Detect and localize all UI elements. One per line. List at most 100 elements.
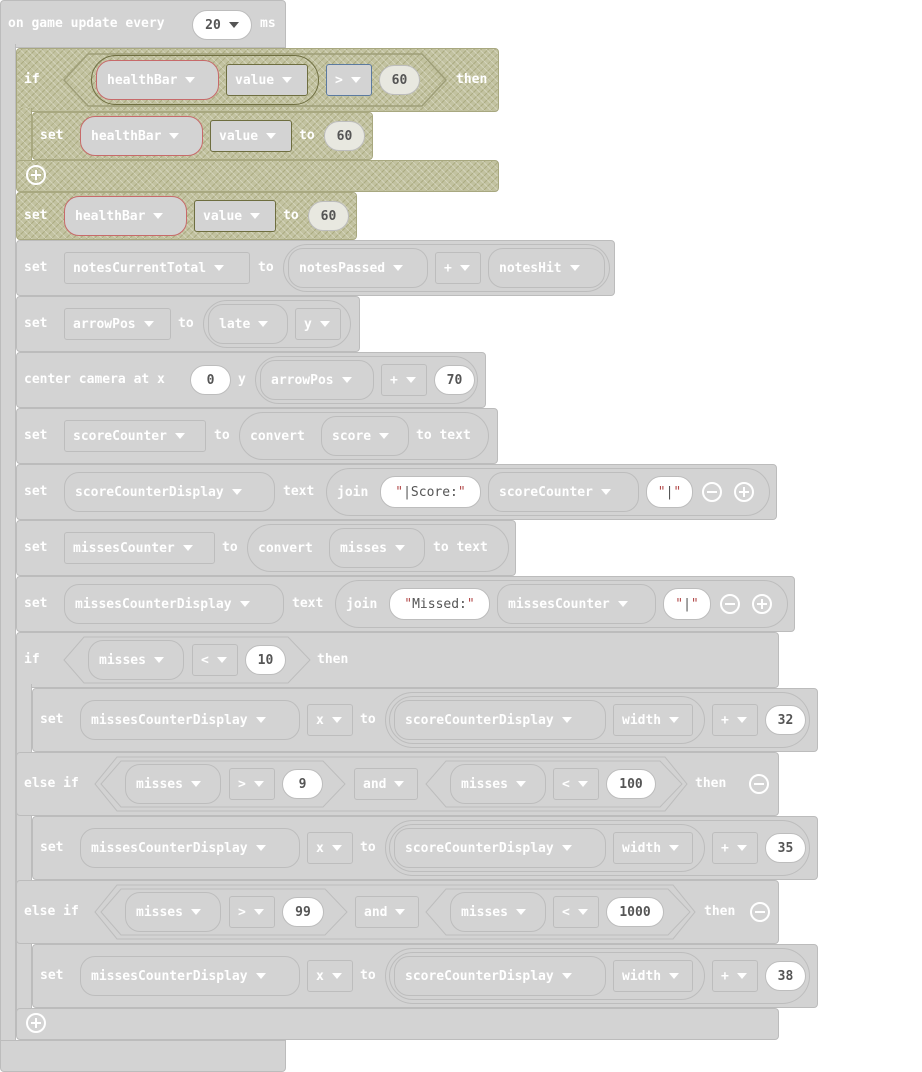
sprite-reporter[interactable]: scoreCounterDisplay [64,472,275,512]
operator-dropdown[interactable]: + [712,832,758,864]
variable-reporter[interactable]: notesHit [488,248,605,288]
compare-op-dropdown[interactable]: > [326,64,372,96]
compare-op-dropdown[interactable]: > [229,768,275,800]
property-dropdown[interactable]: width [613,704,693,736]
remove-else-if-minus-icon[interactable] [750,902,770,922]
chevron-down-icon [394,781,405,787]
value-prop-dropdown[interactable]: value [210,120,292,152]
number-input[interactable]: 9 [282,769,323,799]
healthbar-sprite-dropdown[interactable]: healthBar [96,60,219,100]
number-input[interactable]: 60 [379,65,420,95]
remove-item-minus-icon[interactable] [702,482,722,502]
event-footer [0,1040,286,1072]
number-input[interactable]: 99 [282,897,324,927]
remove-item-minus-icon[interactable] [720,594,740,614]
sprite-reporter[interactable]: missesCounterDisplay [80,700,300,740]
compare-op-dropdown[interactable]: > [229,896,275,928]
string-input[interactable]: " | " [646,476,693,508]
operator-dropdown[interactable]: + [712,960,758,992]
operator-dropdown[interactable]: + [712,704,758,736]
variable-dropdown[interactable]: notesCurrentTotal [64,252,250,284]
variable-reporter[interactable]: scoreCounter [488,472,639,512]
add-item-plus-icon[interactable] [752,594,772,614]
variable-reporter[interactable]: misses [450,892,546,932]
set-label: set [24,540,48,555]
chevron-down-icon [341,377,352,383]
y-label: y [238,372,246,387]
variable-reporter[interactable]: score [321,416,409,456]
variable-reporter[interactable]: misses [125,764,221,804]
sprite-reporter[interactable]: missesCounterDisplay [80,828,300,868]
remove-else-if-minus-icon[interactable] [749,774,769,794]
set-label: set [40,840,64,855]
string-input[interactable]: " |Score: " [380,476,481,508]
variable-dropdown[interactable]: missesCounter [64,532,215,564]
property-dropdown[interactable]: x [307,960,353,992]
sprite-reporter[interactable]: missesCounterDisplay [80,956,300,996]
number-input[interactable]: 60 [308,201,349,231]
property-dropdown[interactable]: x [307,704,353,736]
interval-dropdown[interactable]: 20 [192,10,252,40]
chevron-down-icon [459,265,470,271]
value-prop-dropdown[interactable]: value [194,200,276,232]
operator-dropdown[interactable]: + [435,252,481,284]
chevron-down-icon [561,845,572,851]
set-label: set [24,484,48,499]
else-if-label: else if [24,904,79,919]
number-input[interactable]: 70 [434,365,475,395]
number-input[interactable]: 100 [606,769,656,799]
variable-reporter[interactable]: late [208,304,288,344]
variable-dropdown[interactable]: arrowPos [64,308,171,340]
variable-reporter[interactable]: arrowPos [260,360,374,400]
string-input[interactable]: " Missed: " [389,588,490,620]
chevron-down-icon [331,973,342,979]
add-else-plus-icon[interactable] [26,165,46,185]
variable-dropdown[interactable]: scoreCounter [64,420,206,452]
operator-dropdown[interactable]: + [381,364,427,396]
chevron-down-icon [190,909,201,915]
number-input[interactable]: 38 [765,961,806,991]
variable-reporter[interactable]: misses [88,640,184,680]
to-label: to [258,260,274,275]
add-else-plus-icon[interactable] [26,1013,46,1033]
and-dropdown[interactable]: and [355,896,419,928]
number-input[interactable]: 1000 [606,897,664,927]
property-dropdown[interactable]: x [307,832,353,864]
number-input[interactable]: 10 [245,645,286,675]
property-dropdown[interactable]: y [295,308,341,340]
number-input[interactable]: 60 [324,121,365,151]
number-input[interactable]: 32 [765,705,806,735]
convert-label: convert [250,428,305,444]
variable-reporter[interactable]: missesCounter [497,584,656,624]
chevron-down-icon [182,545,193,551]
sprite-reporter[interactable]: missesCounterDisplay [64,584,284,624]
variable-reporter[interactable]: misses [329,528,425,568]
add-item-plus-icon[interactable] [734,482,754,502]
healthbar-sprite-dropdown[interactable]: healthBar [64,196,187,236]
compare-op-dropdown[interactable]: < [192,644,238,676]
sprite-reporter[interactable]: scoreCounterDisplay [394,700,606,740]
compare-op-dropdown[interactable]: < [553,768,599,800]
variable-reporter[interactable]: notesPassed [288,248,428,288]
chevron-down-icon [231,489,242,495]
x-number-input[interactable]: 0 [190,365,231,395]
sprite-reporter[interactable]: scoreCounterDisplay [394,828,606,868]
chevron-down-icon [736,845,747,851]
sprite-reporter[interactable]: scoreCounterDisplay [394,956,606,996]
value-prop-dropdown[interactable]: value [226,64,308,96]
compare-op-dropdown[interactable]: < [553,896,599,928]
variable-reporter[interactable]: misses [450,764,546,804]
chevron-down-icon [350,77,361,83]
property-dropdown[interactable]: width [613,960,693,992]
property-dropdown[interactable]: width [613,832,693,864]
healthbar-sprite-dropdown[interactable]: healthBar [80,116,203,156]
string-input[interactable]: " | " [663,588,711,620]
chevron-down-icon [669,973,680,979]
number-input[interactable]: 35 [765,833,806,863]
variable-reporter[interactable]: misses [125,892,221,932]
and-dropdown[interactable]: and [354,768,418,800]
chevron-down-icon [577,909,588,915]
chevron-down-icon [153,213,164,219]
chevron-down-icon [331,845,342,851]
chevron-down-icon [255,845,266,851]
